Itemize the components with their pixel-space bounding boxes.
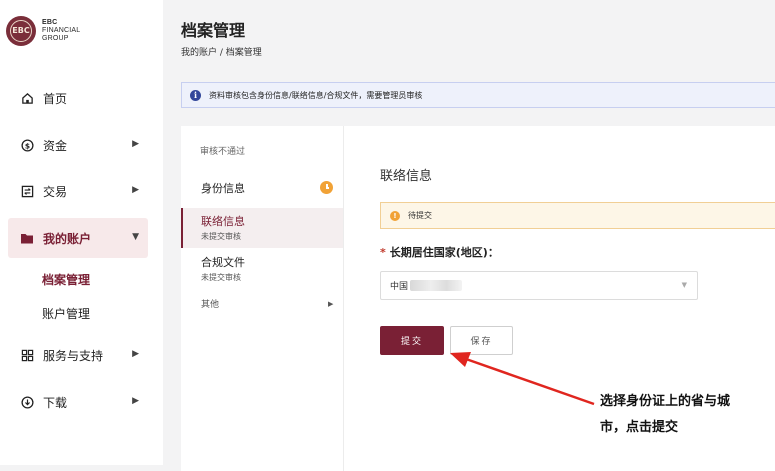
step-label: 联络信息 (201, 215, 245, 228)
sidebar-item-label: 交易 (43, 184, 68, 199)
annotation-line-2: 市，点击提交 (600, 420, 679, 435)
submit-button[interactable]: 提交 (380, 326, 444, 355)
step-status: 未提交审核 (201, 273, 241, 282)
warning-icon: ! (390, 210, 400, 221)
review-status-header: 审核不通过 (200, 147, 246, 157)
breadcrumb: 我的账户 / 档案管理 (181, 48, 262, 58)
chevron-right-icon: ▶ (132, 396, 139, 406)
chevron-right-icon: ▶ (132, 139, 139, 149)
brand-logo[interactable]: EBC EBC FINANCIAL GROUP (6, 16, 80, 46)
sidebar: EBC EBC FINANCIAL GROUP 首页 $ 资金 ▶ 交易 ▶ 我… (0, 0, 163, 465)
pending-status-bar: ! 待提交 (380, 202, 775, 229)
residence-country-label: * 长期居住国家(地区)： (380, 244, 499, 260)
select-value: 中国 (390, 282, 409, 292)
annotation-line-1: 选择身份证上的省与城 (600, 394, 731, 409)
chevron-right-icon: ▶ (132, 349, 139, 359)
annotation-text: 选择身份证上的省与城 市，点击提交 (600, 389, 765, 441)
brand-line-3: GROUP (42, 35, 69, 42)
sidebar-item-label: 我的账户 (43, 231, 92, 246)
section-title: 联络信息 (380, 169, 433, 184)
sidebar-item-label: 下载 (43, 395, 68, 410)
residence-country-select[interactable]: 中国 ▼ (380, 271, 698, 300)
grid-icon (20, 348, 34, 362)
sidebar-item-trade[interactable]: 交易 ▶ (8, 171, 148, 211)
step-contact[interactable]: 联络信息 未提交审核 (181, 208, 343, 248)
brand-name: EBC FINANCIAL GROUP (42, 19, 80, 43)
ebc-logo-badge: EBC (6, 16, 36, 46)
status-text: 待提交 (408, 211, 432, 220)
step-label: 其他 (201, 300, 220, 310)
step-label: 身份信息 (201, 182, 245, 195)
brand-line-2: FINANCIAL (42, 27, 81, 34)
step-compliance[interactable]: 合规文件 未提交审核 (181, 250, 343, 288)
field-label-text: 长期居住国家(地区)： (389, 246, 499, 259)
sidebar-item-download[interactable]: 下载 ▶ (8, 382, 148, 422)
trade-icon (20, 184, 34, 198)
review-steps: 审核不通过 身份信息 联络信息 未提交审核 合规文件 未提交审核 其他 ▶ (181, 126, 344, 471)
info-icon: i (190, 89, 201, 101)
sidebar-item-funds[interactable]: $ 资金 ▶ (8, 125, 148, 165)
sidebar-item-label: 资金 (43, 138, 68, 153)
sidebar-item-label: 首页 (43, 91, 68, 106)
chevron-down-icon: ▼ (681, 281, 687, 289)
info-notice: i 资料审核包含身份信息/联络信息/合规文件，需要管理员审核 (181, 82, 775, 108)
step-status: 未提交审核 (201, 232, 241, 241)
sidebar-item-label: 服务与支持 (43, 348, 104, 363)
step-label: 合规文件 (201, 256, 245, 269)
notice-text: 资料审核包含身份信息/联络信息/合规文件，需要管理员审核 (209, 90, 423, 100)
brand-line-1: EBC (42, 19, 58, 26)
sidebar-item-service-support[interactable]: 服务与支持 ▶ (8, 335, 148, 375)
required-mark: * (380, 246, 386, 259)
chevron-right-icon: ▶ (328, 300, 334, 308)
svg-text:$: $ (24, 141, 29, 150)
sidebar-item-my-account[interactable]: 我的账户 ▼ (8, 218, 148, 258)
home-icon (20, 91, 34, 105)
sidebar-item-home[interactable]: 首页 (8, 78, 148, 118)
download-icon (20, 395, 34, 409)
sidebar-subitem-account-management[interactable]: 账户管理 (42, 305, 90, 322)
step-other[interactable]: 其他 (181, 296, 343, 314)
save-button[interactable]: 保存 (450, 326, 513, 355)
page-title: 档案管理 (181, 21, 246, 40)
folder-icon (20, 231, 34, 245)
step-identity[interactable]: 身份信息 (181, 174, 343, 202)
pending-clock-icon (320, 181, 333, 194)
sidebar-subitem-profile-management[interactable]: 档案管理 (42, 271, 90, 288)
chevron-right-icon: ▶ (132, 185, 139, 195)
dollar-circle-icon: $ (20, 138, 34, 152)
chevron-down-icon: ▼ (132, 232, 139, 242)
blurred-region-value (410, 280, 463, 291)
